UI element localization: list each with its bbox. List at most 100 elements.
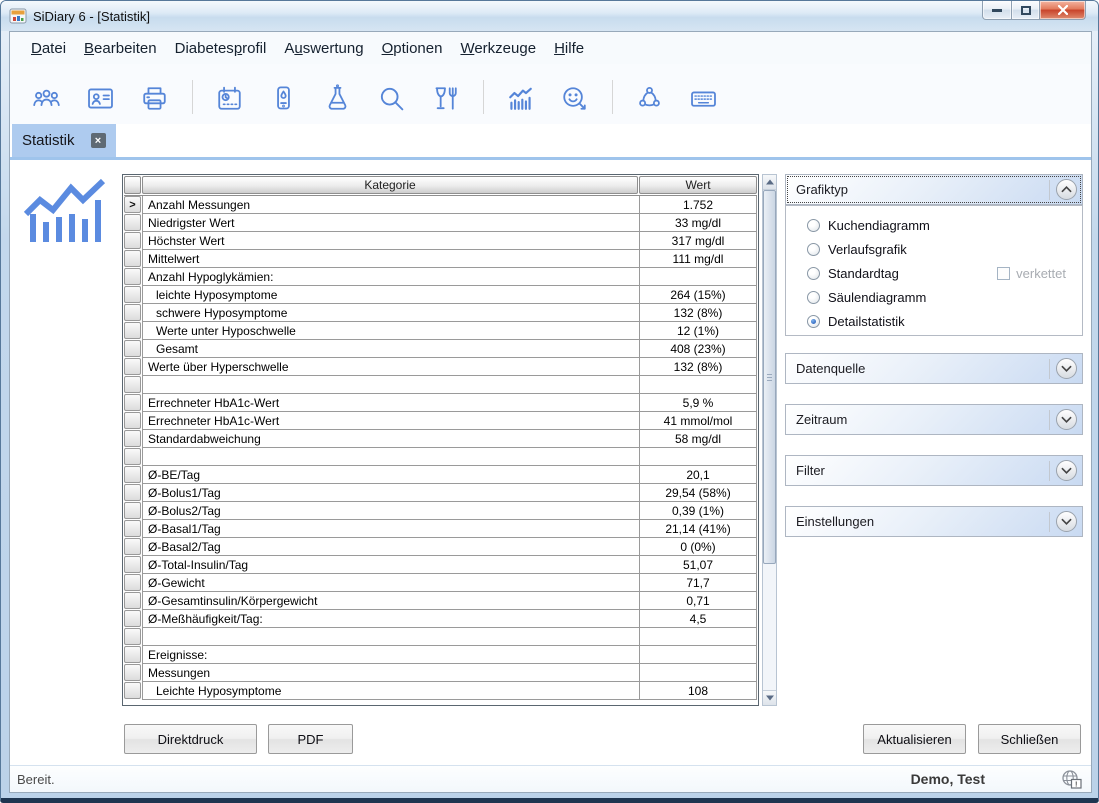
verkettet-checkbox[interactable]: verkettet bbox=[997, 266, 1066, 281]
row-selector[interactable] bbox=[124, 250, 141, 267]
table-row[interactable]: Ø-Bolus2/Tag0,39 (1%) bbox=[124, 502, 757, 520]
radio-option-detailstatistik[interactable]: Detailstatistik bbox=[786, 309, 1082, 333]
row-selector[interactable] bbox=[124, 682, 141, 699]
table-row[interactable]: Höchster Wert317 mg/dl bbox=[124, 232, 757, 250]
radio-option-standardtag[interactable]: Standardtagverkettet bbox=[786, 261, 1082, 285]
expand-button[interactable] bbox=[1056, 511, 1077, 532]
row-selector[interactable] bbox=[124, 628, 141, 645]
radio-verlaufsgrafik[interactable] bbox=[807, 243, 820, 256]
table-row[interactable]: Ø-Gewicht71,7 bbox=[124, 574, 757, 592]
scroll-down-button[interactable] bbox=[763, 690, 776, 705]
table-row[interactable]: Gesamt408 (23%) bbox=[124, 340, 757, 358]
maximize-button[interactable] bbox=[1012, 1, 1040, 20]
row-selector[interactable] bbox=[124, 412, 141, 429]
device-icon[interactable] bbox=[263, 82, 303, 114]
row-selector[interactable] bbox=[124, 610, 141, 627]
table-row[interactable]: Niedrigster Wert33 mg/dl bbox=[124, 214, 757, 232]
radio-option-verlaufsgrafik[interactable]: Verlaufsgrafik bbox=[786, 237, 1082, 261]
close-window-button[interactable] bbox=[1040, 1, 1086, 20]
table-row[interactable]: Anzahl Hypoglykämien: bbox=[124, 268, 757, 286]
row-selector[interactable] bbox=[124, 664, 141, 681]
scroll-up-button[interactable] bbox=[763, 175, 776, 190]
section-header-filter[interactable]: Filter bbox=[785, 455, 1083, 486]
radio-standardtag[interactable] bbox=[807, 267, 820, 280]
expand-button[interactable] bbox=[1056, 409, 1077, 430]
menu-item-diabetesprofil[interactable]: Diabetesprofil bbox=[166, 36, 276, 61]
row-selector[interactable] bbox=[124, 232, 141, 249]
row-selector[interactable] bbox=[124, 574, 141, 591]
row-selector[interactable]: > bbox=[124, 196, 141, 213]
radio-kuchendiagramm[interactable] bbox=[807, 219, 820, 232]
table-row[interactable]: >Anzahl Messungen1.752 bbox=[124, 196, 757, 214]
collapse-button[interactable] bbox=[1056, 179, 1077, 200]
direktdruck-button[interactable]: Direktdruck bbox=[124, 724, 257, 754]
row-selector[interactable] bbox=[124, 592, 141, 609]
row-selector[interactable] bbox=[124, 430, 141, 447]
table-row[interactable]: Ø-BE/Tag20,1 bbox=[124, 466, 757, 484]
row-selector[interactable] bbox=[124, 340, 141, 357]
section-header-grafiktyp[interactable]: Grafiktyp bbox=[785, 174, 1083, 205]
search-icon[interactable] bbox=[371, 82, 411, 114]
row-selector[interactable] bbox=[124, 466, 141, 483]
pdf-button[interactable]: PDF bbox=[268, 724, 353, 754]
wellbeing-share-icon[interactable] bbox=[554, 82, 594, 114]
row-selector[interactable] bbox=[124, 358, 141, 375]
row-selector[interactable] bbox=[124, 322, 141, 339]
section-header-zeitraum[interactable]: Zeitraum bbox=[785, 404, 1083, 435]
table-row[interactable]: Leichte Hyposymptome108 bbox=[124, 682, 757, 700]
tab-statistik[interactable]: Statistik × bbox=[12, 124, 116, 157]
table-row[interactable]: schwere Hyposymptome132 (8%) bbox=[124, 304, 757, 322]
globe-warning-icon[interactable]: ! bbox=[1060, 768, 1084, 796]
menu-item-datei[interactable]: Datei bbox=[22, 36, 75, 61]
profile-card-icon[interactable] bbox=[80, 82, 120, 114]
table-row[interactable]: Messungen bbox=[124, 664, 757, 682]
schliessen-button[interactable]: Schließen bbox=[978, 724, 1081, 754]
table-row[interactable]: Ø-Total-Insulin/Tag51,07 bbox=[124, 556, 757, 574]
table-row[interactable]: Ereignisse: bbox=[124, 646, 757, 664]
checkbox-control[interactable] bbox=[997, 267, 1010, 280]
row-selector[interactable] bbox=[124, 520, 141, 537]
radio-säulendiagramm[interactable] bbox=[807, 291, 820, 304]
aktualisieren-button[interactable]: Aktualisieren bbox=[863, 724, 966, 754]
row-selector[interactable] bbox=[124, 394, 141, 411]
statistics-toolbar-icon[interactable] bbox=[500, 82, 540, 114]
radio-option-kuchendiagramm[interactable]: Kuchendiagramm bbox=[786, 213, 1082, 237]
minimize-button[interactable] bbox=[982, 1, 1012, 20]
row-selector[interactable] bbox=[124, 376, 141, 393]
table-row[interactable]: leichte Hyposymptome264 (15%) bbox=[124, 286, 757, 304]
table-scrollbar[interactable] bbox=[762, 174, 777, 706]
table-row[interactable]: Errechneter HbA1c-Wert5,9 % bbox=[124, 394, 757, 412]
table-row[interactable] bbox=[124, 628, 757, 646]
tab-close-icon[interactable]: × bbox=[91, 133, 106, 148]
row-selector[interactable] bbox=[124, 484, 141, 501]
section-header-einstellungen[interactable]: Einstellungen bbox=[785, 506, 1083, 537]
keyboard-icon[interactable] bbox=[683, 82, 723, 114]
row-selector-header[interactable] bbox=[124, 176, 141, 194]
expand-button[interactable] bbox=[1056, 358, 1077, 379]
table-row[interactable]: Werte unter Hyposchwelle12 (1%) bbox=[124, 322, 757, 340]
row-selector[interactable] bbox=[124, 502, 141, 519]
nutrition-icon[interactable] bbox=[425, 82, 465, 114]
lab-values-icon[interactable] bbox=[317, 82, 357, 114]
column-header-kategorie[interactable]: Kategorie bbox=[142, 176, 638, 194]
table-row[interactable] bbox=[124, 448, 757, 466]
table-row[interactable]: Mittelwert111 mg/dl bbox=[124, 250, 757, 268]
table-row[interactable]: Ø-Gesamtinsulin/Körpergewicht0,71 bbox=[124, 592, 757, 610]
table-row[interactable] bbox=[124, 376, 757, 394]
patients-icon[interactable] bbox=[26, 82, 66, 114]
menu-item-auswertung[interactable]: Auswertung bbox=[275, 36, 372, 61]
scrollbar-track[interactable] bbox=[763, 190, 776, 690]
radio-detailstatistik[interactable] bbox=[807, 315, 820, 328]
calendar-clock-icon[interactable] bbox=[209, 82, 249, 114]
table-row[interactable]: Ø-Basal2/Tag0 (0%) bbox=[124, 538, 757, 556]
row-selector[interactable] bbox=[124, 448, 141, 465]
radio-option-säulendiagramm[interactable]: Säulendiagramm bbox=[786, 285, 1082, 309]
table-row[interactable]: Ø-Bolus1/Tag29,54 (58%) bbox=[124, 484, 757, 502]
menu-item-bearbeiten[interactable]: Bearbeiten bbox=[75, 36, 166, 61]
table-row[interactable]: Ø-Meßhäufigkeit/Tag:4,5 bbox=[124, 610, 757, 628]
menu-item-optionen[interactable]: Optionen bbox=[373, 36, 452, 61]
scrollbar-thumb[interactable] bbox=[763, 190, 776, 564]
column-header-wert[interactable]: Wert bbox=[639, 176, 757, 194]
expand-button[interactable] bbox=[1056, 460, 1077, 481]
section-header-datenquelle[interactable]: Datenquelle bbox=[785, 353, 1083, 384]
